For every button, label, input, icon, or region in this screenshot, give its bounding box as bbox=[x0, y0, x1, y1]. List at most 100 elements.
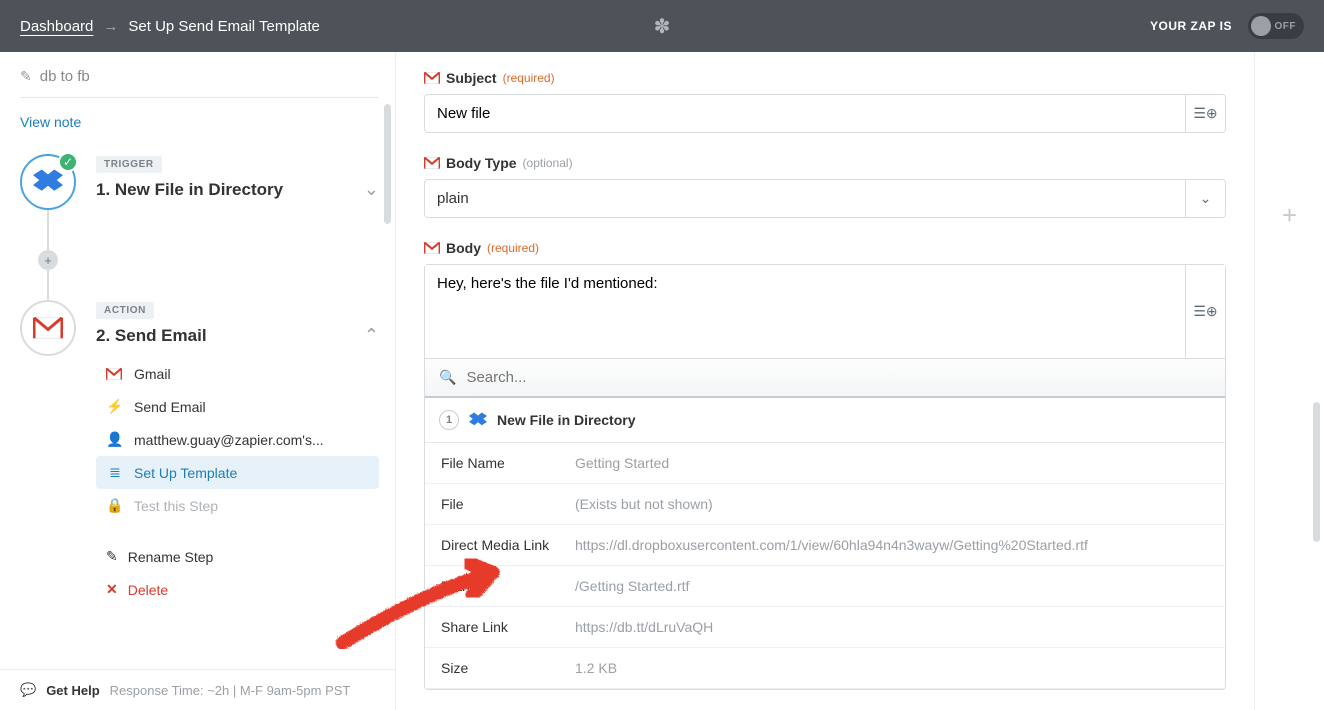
help-meta: Response Time: ~2h | M-F 9am-5pm PST bbox=[110, 683, 351, 698]
gmail-glyph-icon bbox=[424, 72, 440, 84]
substep-test-label: Test this Step bbox=[134, 498, 218, 514]
gmail-glyph-icon bbox=[424, 157, 440, 169]
field-value: 1.2 KB bbox=[575, 660, 617, 676]
substep-template[interactable]: ≣ Set Up Template bbox=[96, 456, 379, 489]
sidebar: ✎ View note ✓ + TRIGGER 1. New File in D… bbox=[0, 52, 396, 710]
required-tag: (required) bbox=[487, 241, 539, 255]
toggle-off-label: OFF bbox=[1275, 21, 1297, 32]
field-option-row[interactable]: Path/Getting Started.rtf bbox=[425, 566, 1225, 607]
gmail-small-icon bbox=[106, 368, 124, 380]
body-textarea[interactable] bbox=[425, 265, 1225, 355]
field-key: File bbox=[441, 496, 561, 512]
breadcrumb-arrow: → bbox=[103, 18, 118, 35]
pencil-icon: ✎ bbox=[20, 68, 32, 85]
field-option-row[interactable]: File Name Getting Started bbox=[425, 443, 1225, 484]
substep-account[interactable]: 👤 matthew.guay@zapier.com's... bbox=[96, 423, 379, 456]
required-tag: (required) bbox=[503, 71, 555, 85]
your-zap-is-label: YOUR ZAP IS bbox=[1150, 19, 1232, 33]
zap-enable-toggle[interactable]: OFF bbox=[1248, 13, 1304, 39]
bolt-icon: ⚡ bbox=[106, 398, 124, 415]
toggle-knob bbox=[1251, 16, 1271, 36]
template-icon: ≣ bbox=[106, 464, 124, 481]
help-bar[interactable]: 💬 Get Help Response Time: ~2h | M-F 9am-… bbox=[0, 669, 395, 710]
field-source-header[interactable]: 1 New File in Directory bbox=[425, 398, 1225, 443]
dashboard-link[interactable]: Dashboard bbox=[20, 18, 93, 35]
breadcrumb: Dashboard → Set Up Send Email Template bbox=[20, 18, 320, 35]
add-panel-button[interactable]: + bbox=[1282, 200, 1297, 231]
dropbox-icon bbox=[469, 412, 487, 428]
page-scrollbar[interactable] bbox=[1313, 402, 1320, 542]
get-help-label: Get Help bbox=[46, 683, 99, 698]
insert-field-icon: ☰⊕ bbox=[1193, 303, 1217, 320]
main-panel: Subject (required) ☰⊕ Body Type (optiona… bbox=[396, 52, 1254, 710]
delete-label: Delete bbox=[128, 582, 168, 598]
step1-title: 1. New File in Directory bbox=[96, 180, 283, 200]
field-option-row[interactable]: Direct Media Link https://dl.dropboxuserc… bbox=[425, 525, 1225, 566]
chevron-down-icon: ⌄ bbox=[364, 179, 379, 200]
substep-app[interactable]: Gmail bbox=[96, 358, 379, 390]
substep-template-label: Set Up Template bbox=[134, 465, 237, 481]
step2-title: 2. Send Email bbox=[96, 326, 207, 346]
subject-input[interactable] bbox=[424, 94, 1186, 133]
substep-app-label: Gmail bbox=[134, 366, 171, 382]
dropbox-icon bbox=[33, 169, 63, 195]
substep-test: 🔒 Test this Step bbox=[96, 489, 379, 522]
top-bar: Dashboard → Set Up Send Email Template ✽… bbox=[0, 0, 1324, 52]
person-icon: 👤 bbox=[106, 431, 124, 448]
field-key: Size bbox=[441, 660, 561, 676]
field-key: Direct Media Link bbox=[441, 537, 561, 553]
sidebar-scrollbar[interactable] bbox=[384, 104, 391, 224]
step1-icon-circle[interactable]: ✓ bbox=[20, 154, 76, 210]
field-value: https://dl.dropboxusercontent.com/1/view… bbox=[575, 537, 1088, 553]
delete-step-button[interactable]: ✕ Delete bbox=[96, 573, 379, 606]
bodytype-select[interactable]: plain bbox=[424, 179, 1186, 218]
page-title: Set Up Send Email Template bbox=[128, 18, 320, 35]
chevron-up-icon: ⌃ bbox=[364, 325, 379, 346]
substep-action-label: Send Email bbox=[134, 399, 206, 415]
field-option-row[interactable]: Share Link https://db.tt/dLruVaQH bbox=[425, 607, 1225, 648]
field-key: File Name bbox=[441, 455, 561, 471]
field-key: Share Link bbox=[441, 619, 561, 635]
substep-action[interactable]: ⚡ Send Email bbox=[96, 390, 379, 423]
gmail-glyph-icon bbox=[424, 242, 440, 254]
subject-label: Subject bbox=[446, 70, 497, 86]
checkmark-icon: ✓ bbox=[58, 152, 78, 172]
bodytype-dropdown-button[interactable]: ⌄ bbox=[1186, 179, 1226, 218]
field-search-input[interactable] bbox=[466, 369, 1211, 386]
search-icon: 🔍 bbox=[439, 369, 456, 386]
insert-field-icon: ☰⊕ bbox=[1193, 105, 1217, 122]
field-key: Path bbox=[441, 578, 561, 594]
field-value: /Getting Started.rtf bbox=[575, 578, 689, 594]
right-gutter: + bbox=[1254, 52, 1324, 710]
bodytype-label: Body Type bbox=[446, 155, 517, 171]
field-picker-dropdown: 🔍 1 New File in Directory File Name Getti… bbox=[424, 359, 1226, 690]
chevron-down-icon: ⌄ bbox=[1200, 190, 1212, 207]
body-insert-button[interactable]: ☰⊕ bbox=[1185, 265, 1225, 358]
step2-header[interactable]: 2. Send Email ⌃ bbox=[96, 325, 379, 346]
field-value: https://db.tt/dLruVaQH bbox=[575, 619, 713, 635]
chat-icon: 💬 bbox=[20, 682, 36, 698]
subject-insert-button[interactable]: ☰⊕ bbox=[1186, 94, 1226, 133]
step-number-badge: 1 bbox=[439, 410, 459, 430]
field-value: Getting Started bbox=[575, 455, 669, 471]
rename-label: Rename Step bbox=[128, 549, 214, 565]
substep-account-label: matthew.guay@zapier.com's... bbox=[134, 432, 324, 448]
field-source-title: New File in Directory bbox=[497, 412, 635, 428]
pencil-icon: ✎ bbox=[106, 548, 118, 565]
add-step-button[interactable]: + bbox=[38, 250, 58, 270]
lock-icon: 🔒 bbox=[106, 497, 124, 514]
zapier-logo-icon: ✽ bbox=[654, 14, 671, 39]
zap-name-input[interactable] bbox=[40, 68, 340, 85]
trigger-tag: TRIGGER bbox=[96, 156, 162, 173]
view-note-link[interactable]: View note bbox=[20, 110, 81, 140]
field-option-row[interactable]: Size 1.2 KB bbox=[425, 648, 1225, 689]
step1-header[interactable]: 1. New File in Directory ⌄ bbox=[96, 179, 379, 200]
x-icon: ✕ bbox=[106, 581, 118, 598]
rename-step-button[interactable]: ✎ Rename Step bbox=[96, 540, 379, 573]
field-value: (Exists but not shown) bbox=[575, 496, 713, 512]
step2-icon-circle[interactable] bbox=[20, 300, 76, 356]
body-label: Body bbox=[446, 240, 481, 256]
field-option-row[interactable]: File (Exists but not shown) bbox=[425, 484, 1225, 525]
gmail-icon bbox=[33, 317, 63, 339]
action-tag: ACTION bbox=[96, 302, 154, 319]
